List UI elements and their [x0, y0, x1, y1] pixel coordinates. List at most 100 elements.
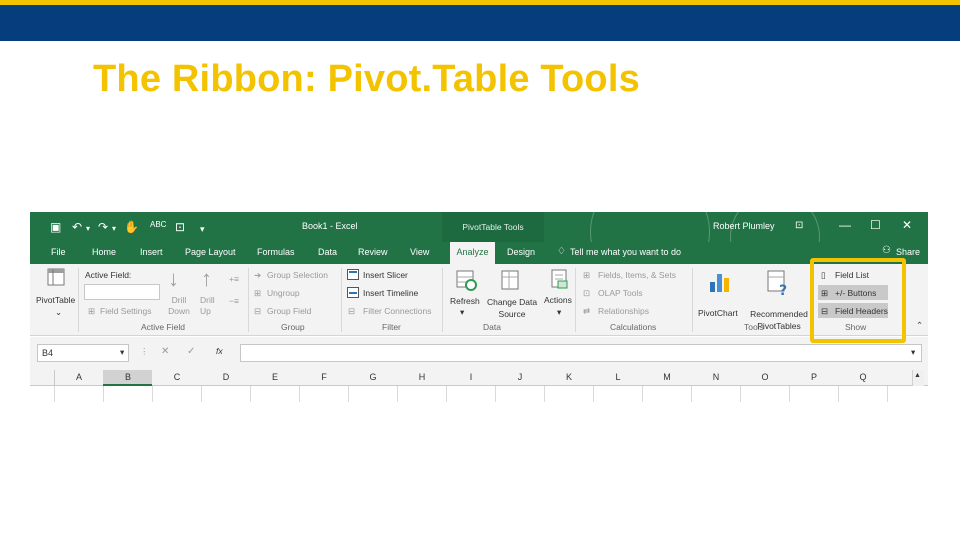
- insert-timeline-icon: [347, 287, 359, 298]
- column-header[interactable]: A: [54, 372, 104, 382]
- share-button[interactable]: Share: [896, 247, 920, 257]
- tab-file[interactable]: File: [51, 247, 66, 257]
- close-icon[interactable]: ✕: [902, 218, 912, 232]
- group-label-filter: Filter: [382, 322, 401, 332]
- drill-down-button[interactable]: Drill Down: [166, 295, 192, 317]
- group-selection-icon: ➔: [254, 270, 262, 280]
- olap-tools-button[interactable]: OLAP Tools: [598, 288, 643, 298]
- ungroup-icon: ⊞: [254, 288, 262, 298]
- pivotchart-button[interactable]: PivotChart: [698, 308, 738, 318]
- column-header[interactable]: O: [740, 372, 790, 382]
- redo-dropdown-icon[interactable]: ▾: [112, 222, 116, 236]
- group-label-data: Data: [483, 322, 501, 332]
- confirm-entry-icon[interactable]: ✓: [187, 346, 195, 357]
- formula-bar-row: B4 ▾ ⋮ ✕ ✓ fx ▾: [30, 337, 928, 370]
- column-header[interactable]: M: [642, 372, 692, 382]
- column-header[interactable]: P: [789, 372, 839, 382]
- actions-dropdown-icon[interactable]: ▾: [557, 307, 561, 318]
- fields-items-sets-icon: ⊞: [583, 270, 591, 280]
- column-header[interactable]: K: [544, 372, 594, 382]
- insert-slicer-button[interactable]: Insert Slicer: [363, 270, 408, 280]
- actions-button[interactable]: Actions: [544, 295, 572, 305]
- column-header[interactable]: J: [495, 372, 545, 382]
- change-data-source-icon: [501, 270, 519, 290]
- group-selection-button[interactable]: Group Selection: [267, 270, 328, 280]
- expand-field-icon[interactable]: +≡: [229, 274, 239, 284]
- drill-up-icon: ↑: [201, 266, 212, 291]
- insert-slicer-icon: [347, 269, 359, 280]
- column-header[interactable]: B: [103, 372, 153, 382]
- user-name[interactable]: Robert Plumley: [713, 221, 775, 231]
- redo-icon[interactable]: ↷: [98, 220, 108, 234]
- fields-items-sets-button[interactable]: Fields, Items, & Sets: [598, 270, 676, 280]
- collapse-ribbon-icon[interactable]: ⌃: [916, 320, 923, 331]
- tab-design[interactable]: Design: [507, 247, 535, 257]
- tab-analyze[interactable]: Analyze: [450, 242, 495, 264]
- group-separator: [248, 268, 249, 332]
- tab-review[interactable]: Review: [358, 247, 388, 257]
- tab-view[interactable]: View: [410, 247, 429, 257]
- spelling-icon[interactable]: ABC: [150, 218, 166, 232]
- pivottable-dropdown-icon[interactable]: ⌄: [55, 307, 62, 318]
- tell-me-box[interactable]: Tell me what you want to do: [570, 247, 681, 257]
- restore-icon[interactable]: ☐: [870, 218, 881, 232]
- name-box-dropdown-icon[interactable]: ▾: [120, 347, 124, 358]
- tab-home[interactable]: Home: [92, 247, 116, 257]
- refresh-button[interactable]: Refresh: [450, 296, 480, 306]
- undo-icon[interactable]: ↶: [72, 220, 82, 234]
- olap-tools-icon: ⊡: [583, 288, 591, 298]
- insert-function-button[interactable]: fx: [216, 346, 223, 356]
- customize-icon[interactable]: ▾: [200, 222, 205, 236]
- column-header[interactable]: E: [250, 372, 300, 382]
- change-data-source-button[interactable]: Change Data Source: [483, 296, 541, 320]
- excel-screenshot: ▣ ↶ ▾ ↷ ▾ ✋ ABC ⊡ ▾ Book1 - Excel PivotT…: [30, 212, 928, 402]
- tab-insert[interactable]: Insert: [140, 247, 163, 257]
- formula-input[interactable]: [240, 344, 922, 362]
- select-all-corner[interactable]: [33, 370, 55, 386]
- refresh-dropdown-icon[interactable]: ▾: [460, 307, 464, 318]
- slide-title: The Ribbon: Pivot.Table Tools: [93, 58, 640, 100]
- cancel-entry-icon[interactable]: ✕: [161, 346, 169, 357]
- column-header[interactable]: I: [446, 372, 496, 382]
- group-label-calculations: Calculations: [610, 322, 657, 332]
- column-header[interactable]: Q: [838, 372, 888, 382]
- column-header[interactable]: G: [348, 372, 398, 382]
- group-field-button[interactable]: Group Field: [267, 306, 311, 316]
- column-header[interactable]: D: [201, 372, 251, 382]
- touch-icon[interactable]: ✋: [124, 220, 139, 234]
- column-header[interactable]: N: [691, 372, 741, 382]
- group-label-tools: Tools: [744, 322, 764, 332]
- group-separator: [575, 268, 576, 332]
- form-icon[interactable]: ⊡: [175, 220, 185, 234]
- save-icon[interactable]: ▣: [50, 220, 61, 234]
- tab-formulas[interactable]: Formulas: [257, 247, 295, 257]
- relationships-button[interactable]: Relationships: [598, 306, 649, 316]
- lightbulb-icon: ♢: [557, 246, 566, 257]
- column-header-row: A B C D E F G H I J K L M N O P Q ▲: [30, 370, 928, 402]
- expand-formula-icon[interactable]: ▾: [911, 347, 915, 358]
- pivottable-button[interactable]: PivotTable: [36, 295, 75, 305]
- sheet-grid[interactable]: [30, 386, 928, 402]
- ungroup-button[interactable]: Ungroup: [267, 288, 300, 298]
- minimize-icon[interactable]: —: [839, 218, 851, 232]
- insert-timeline-button[interactable]: Insert Timeline: [363, 288, 418, 298]
- group-separator: [692, 268, 693, 332]
- drill-up-button[interactable]: Drill Up: [200, 295, 222, 317]
- tab-page-layout[interactable]: Page Layout: [185, 247, 236, 257]
- show-group-callout: [810, 258, 906, 343]
- column-header[interactable]: L: [593, 372, 643, 382]
- excel-title-bar: ▣ ↶ ▾ ↷ ▾ ✋ ABC ⊡ ▾ Book1 - Excel PivotT…: [30, 212, 928, 292]
- field-settings-button[interactable]: Field Settings: [100, 306, 152, 316]
- ribbon-display-icon[interactable]: ⊡: [795, 220, 803, 231]
- scroll-up-icon[interactable]: ▲: [914, 372, 921, 379]
- active-field-input[interactable]: [84, 284, 160, 300]
- column-header[interactable]: C: [152, 372, 202, 382]
- collapse-field-icon[interactable]: −≡: [229, 296, 239, 306]
- name-box[interactable]: B4: [37, 344, 129, 362]
- undo-dropdown-icon[interactable]: ▾: [86, 222, 90, 236]
- column-header[interactable]: F: [299, 372, 349, 382]
- column-header[interactable]: H: [397, 372, 447, 382]
- group-label-active-field: Active Field: [141, 322, 185, 332]
- tab-data[interactable]: Data: [318, 247, 337, 257]
- filter-connections-button[interactable]: Filter Connections: [363, 306, 432, 316]
